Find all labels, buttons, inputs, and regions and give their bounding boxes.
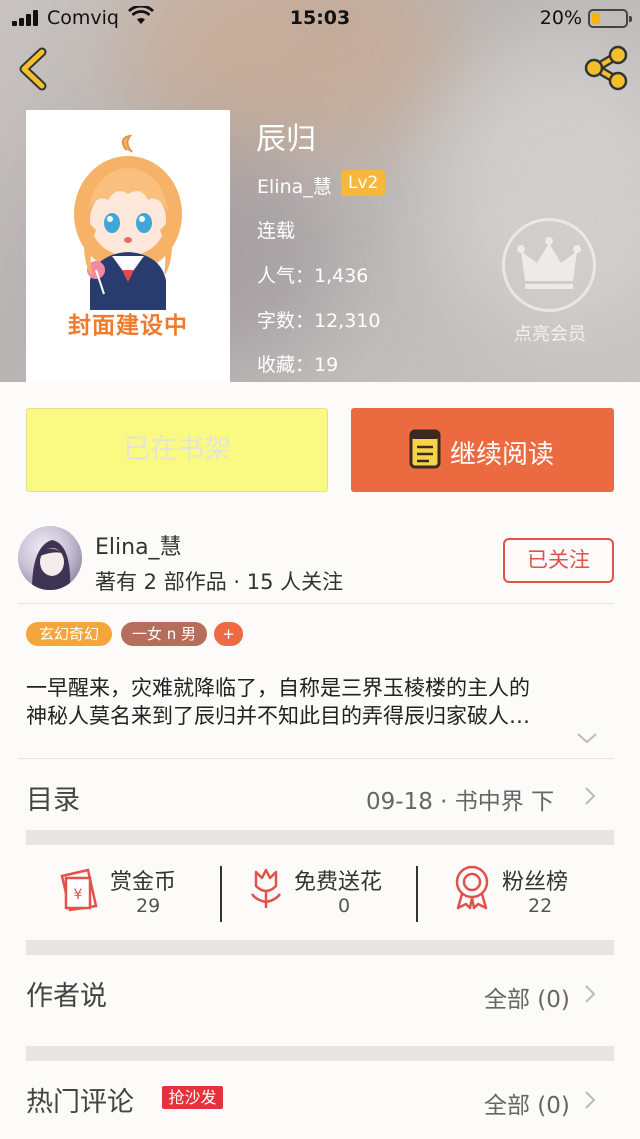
chevron-right-icon (585, 787, 596, 805)
favorites-count: 收藏：19 (257, 354, 339, 376)
avatar-illustration (32, 540, 71, 590)
status-bar: Comviq 15:03 20% (0, 0, 640, 36)
vip-label: 点亮会员 (514, 324, 586, 345)
section-separator (26, 1046, 614, 1061)
share-icon[interactable] (582, 44, 630, 92)
stat-divider (416, 866, 418, 922)
popularity-count: 人气：1,436 (257, 265, 369, 287)
hot-comments-label[interactable]: 热门评论 (26, 1080, 134, 1119)
continue-reading-button[interactable]: 继续阅读 (351, 408, 614, 492)
battery-percentage: 20% (539, 7, 582, 29)
book-author[interactable]: Elina_慧 (257, 172, 332, 199)
author-avatar[interactable] (18, 526, 82, 590)
follow-button[interactable]: 已关注 (503, 538, 614, 583)
author-stats: 著有 2 部作品 · 15 人关注 (95, 570, 344, 594)
book-cover[interactable]: 封面建设中 (26, 110, 230, 382)
section-separator (26, 940, 614, 955)
author-says-label[interactable]: 作者说 (26, 974, 107, 1013)
latest-chapter[interactable]: 09-18 · 书中界 下 (366, 782, 554, 816)
content-area (0, 382, 640, 1139)
vip-ring (502, 218, 596, 312)
book-icon (409, 429, 441, 469)
tag-theme[interactable]: 一女 n 男 (121, 622, 207, 646)
divider (18, 758, 614, 759)
book-header: Comviq 15:03 20% 封面建设中 辰归 Elina_慧 Lv2 连载… (0, 0, 640, 382)
stat-divider (220, 866, 222, 922)
author-level-badge: Lv2 (341, 170, 386, 196)
free-flowers-label: 免费送花 (294, 870, 383, 895)
catalog-label[interactable]: 目录 (26, 778, 80, 817)
vip-membership-button[interactable]: 点亮会员 (500, 218, 600, 348)
svg-text:¥: ¥ (74, 887, 83, 903)
description-line-1: 一早醒来，灾难就降临了，自称是三界玉棱楼的主人的 (26, 676, 530, 700)
battery-icon (588, 9, 632, 28)
crown-icon (517, 237, 581, 289)
divider (18, 603, 614, 604)
serialization-status: 连载 (257, 220, 296, 242)
red-envelope-icon: ¥ (60, 868, 98, 912)
tag-genre[interactable]: 玄幻奇幻 (26, 622, 112, 646)
reward-coins-label: 赏金币 (110, 870, 177, 895)
fan-ranking-stat[interactable]: 粉丝榜 22 (452, 858, 592, 930)
reward-coins-value: 29 (136, 895, 161, 917)
author-name[interactable]: Elina_慧 (95, 529, 182, 561)
chevron-right-icon (585, 1091, 596, 1109)
word-count: 字数：12,310 (257, 310, 381, 332)
fan-ranking-value: 22 (528, 895, 553, 917)
cover-placeholder-text: 封面建设中 (68, 313, 188, 339)
added-to-shelf-button[interactable]: 已在书架 (26, 408, 328, 492)
chevron-down-icon[interactable] (576, 730, 598, 746)
chevron-right-icon (585, 985, 596, 1003)
hot-comments-all-link[interactable]: 全部 (0) (484, 1086, 570, 1120)
author-says-all-link[interactable]: 全部 (0) (484, 980, 570, 1014)
description-line-2: 神秘人莫名来到了辰归并不知此目的弄得辰归家破人… (26, 704, 530, 728)
medal-icon (455, 865, 489, 910)
add-tag-button[interactable]: + (214, 622, 243, 646)
reward-coins-stat[interactable]: ¥ 赏金币 29 (58, 858, 198, 930)
free-flowers-stat[interactable]: 免费送花 0 (246, 858, 406, 930)
fan-ranking-label: 粉丝榜 (502, 870, 569, 895)
free-flowers-value: 0 (338, 895, 351, 917)
flower-icon (250, 868, 282, 908)
book-title: 辰归 (256, 122, 316, 157)
section-separator (26, 830, 614, 845)
back-arrow-icon[interactable] (12, 46, 56, 92)
anime-girl-placeholder-illustration (74, 134, 182, 310)
grab-first-comment-badge[interactable]: 抢沙发 (162, 1086, 223, 1109)
continue-reading-label: 继续阅读 (450, 440, 555, 470)
